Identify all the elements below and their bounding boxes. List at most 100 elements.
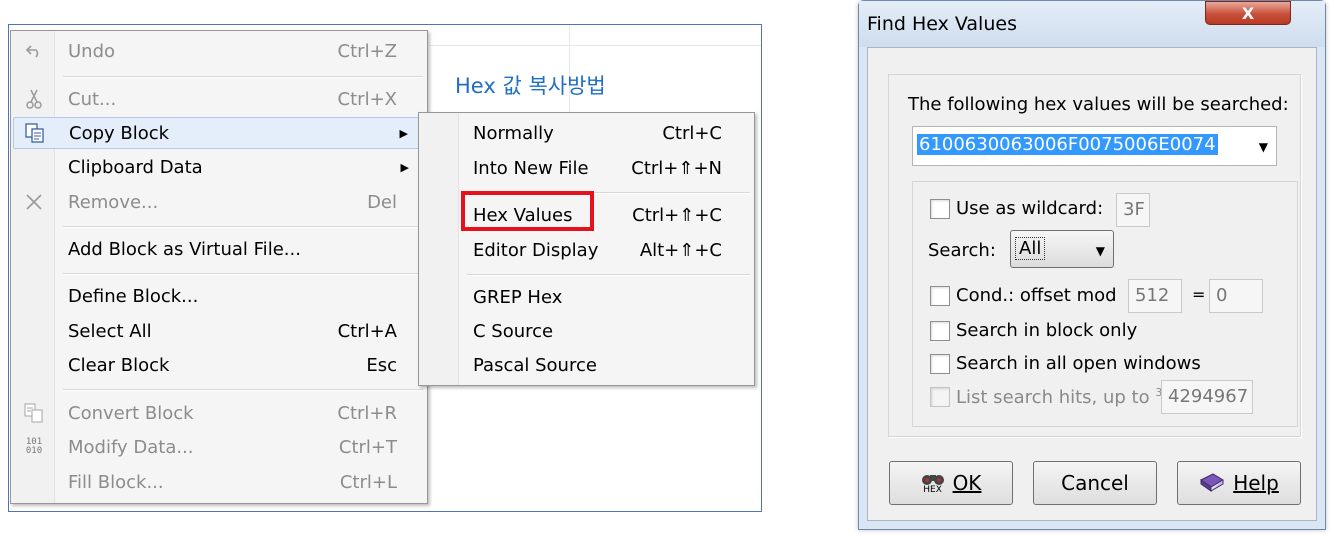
wildcard-label: Use as wildcard: bbox=[956, 198, 1104, 219]
menu-item-shortcut: Alt+⇑+C bbox=[639, 239, 722, 261]
find-hex-values-dialog: Find Hex Values X The following hex valu… bbox=[858, 0, 1326, 530]
cancel-button[interactable]: Cancel bbox=[1033, 461, 1157, 505]
submenu-item-normally[interactable]: Normally Ctrl+C bbox=[421, 117, 752, 149]
hex-values-text: 6100630063006F0075006E0074 bbox=[917, 134, 1218, 155]
equals-sign: = bbox=[1192, 285, 1206, 304]
search-scope-value: All bbox=[1015, 237, 1046, 260]
search-scope-select[interactable]: All ▼ bbox=[1010, 230, 1114, 268]
context-menu: Undo Ctrl+Z Cut... Ctrl+X Copy Block ▶ C… bbox=[10, 30, 428, 504]
menu-item-cut[interactable]: Cut... Ctrl+X bbox=[13, 83, 425, 115]
hex-values-combo[interactable]: 6100630063006F0075006E0074 ▼ bbox=[912, 126, 1277, 166]
cond-offset-checkbox[interactable] bbox=[930, 286, 950, 306]
wildcard-checkbox[interactable] bbox=[930, 199, 950, 219]
menu-item-shortcut: Esc bbox=[366, 354, 397, 376]
menu-item-modify-data[interactable]: 101 010 Modify Data... Ctrl+T bbox=[13, 431, 425, 463]
copy-block-icon bbox=[22, 121, 48, 145]
menu-item-shortcut: Ctrl+R bbox=[337, 402, 397, 424]
menu-item-fill-block[interactable]: Fill Block... Ctrl+L bbox=[13, 466, 425, 498]
menu-item-clear-block[interactable]: Clear Block Esc bbox=[13, 349, 425, 381]
menu-item-shortcut: Ctrl+L bbox=[339, 471, 397, 493]
menu-item-label: Editor Display bbox=[473, 239, 599, 261]
list-hits-limit-field[interactable]: 4294967 bbox=[1161, 380, 1253, 414]
highlight-annotation-box bbox=[461, 191, 594, 231]
menu-item-shortcut: Ctrl+A bbox=[337, 320, 397, 342]
menu-item-define-block[interactable]: Define Block... bbox=[13, 280, 425, 312]
dialog-titlebar: Find Hex Values X bbox=[859, 1, 1325, 47]
menu-separator bbox=[63, 76, 423, 78]
menu-item-add-virtual-file[interactable]: Add Block as Virtual File... bbox=[13, 233, 425, 265]
menu-item-label: Define Block... bbox=[68, 285, 199, 307]
help-button-label: Help bbox=[1233, 471, 1279, 495]
close-button[interactable]: X bbox=[1205, 1, 1291, 25]
menu-item-convert-block[interactable]: Convert Block Ctrl+R bbox=[13, 397, 425, 429]
menu-separator bbox=[63, 389, 423, 391]
menu-item-copy-block[interactable]: Copy Block ▶ bbox=[13, 117, 425, 149]
menu-item-label: Convert Block bbox=[68, 402, 194, 424]
menu-separator bbox=[63, 226, 423, 228]
copy-block-submenu: Normally Ctrl+C Into New File Ctrl+⇑+N H… bbox=[418, 112, 755, 386]
dialog-title: Find Hex Values bbox=[867, 13, 1017, 35]
block-only-checkbox[interactable] bbox=[930, 321, 950, 341]
menu-separator bbox=[467, 274, 750, 276]
list-hits-text: List search hits, up to bbox=[956, 387, 1150, 408]
search-scope-label: Search: bbox=[928, 240, 996, 261]
submenu-item-grep-hex[interactable]: GREP Hex bbox=[421, 281, 752, 313]
menu-item-undo[interactable]: Undo Ctrl+Z bbox=[13, 35, 425, 67]
undo-icon bbox=[21, 39, 47, 63]
offset-mod-field[interactable]: 512 bbox=[1128, 279, 1182, 313]
menu-item-label: Clear Block bbox=[68, 354, 170, 376]
menu-item-shortcut: Ctrl+X bbox=[337, 88, 397, 110]
menu-item-remove[interactable]: Remove... Del bbox=[13, 186, 425, 218]
menu-item-shortcut: Ctrl+⇑+N bbox=[631, 157, 722, 179]
menu-item-label: Modify Data... bbox=[68, 436, 194, 458]
all-windows-label: Search in all open windows bbox=[956, 353, 1201, 374]
all-windows-checkbox[interactable] bbox=[930, 354, 950, 374]
menu-item-select-all[interactable]: Select All Ctrl+A bbox=[13, 315, 425, 347]
ok-icon-text: HEX bbox=[923, 484, 942, 495]
help-book-icon bbox=[1199, 472, 1225, 494]
grid-line bbox=[429, 45, 761, 46]
menu-item-label: Undo bbox=[68, 40, 116, 62]
scissors-icon bbox=[21, 87, 47, 111]
chevron-down-icon[interactable]: ▼ bbox=[1259, 140, 1268, 154]
submenu-item-c-source[interactable]: C Source bbox=[421, 315, 752, 347]
submenu-arrow-icon: ▶ bbox=[399, 126, 408, 140]
menu-item-label: Remove... bbox=[68, 191, 159, 213]
menu-item-label: Fill Block... bbox=[68, 471, 164, 493]
wildcard-value-field[interactable]: 3F bbox=[1116, 193, 1150, 227]
ok-button[interactable]: HEX OK bbox=[889, 461, 1013, 505]
cancel-button-label: Cancel bbox=[1061, 471, 1129, 495]
list-hits-checkbox[interactable] bbox=[930, 387, 950, 407]
menu-item-shortcut: Ctrl+Z bbox=[337, 40, 397, 62]
chevron-down-icon: ▼ bbox=[1095, 244, 1105, 258]
convert-icon bbox=[21, 401, 47, 425]
help-button[interactable]: Help bbox=[1177, 461, 1301, 505]
menu-item-label: Clipboard Data bbox=[68, 156, 203, 178]
menu-item-label: C Source bbox=[473, 320, 554, 342]
menu-item-label: GREP Hex bbox=[473, 286, 563, 308]
menu-item-label: Normally bbox=[473, 122, 554, 144]
menu-separator bbox=[63, 273, 423, 275]
menu-item-label: Copy Block bbox=[69, 122, 170, 144]
block-only-label: Search in block only bbox=[956, 320, 1138, 341]
submenu-item-pascal-source[interactable]: Pascal Source bbox=[421, 349, 752, 381]
menu-item-label: Add Block as Virtual File... bbox=[68, 238, 301, 260]
submenu-arrow-icon: ▶ bbox=[400, 160, 409, 174]
menu-item-shortcut: Ctrl+C bbox=[662, 122, 722, 144]
menu-item-shortcut: Ctrl+⇑+C bbox=[632, 204, 722, 226]
menu-item-label: Pascal Source bbox=[473, 354, 597, 376]
menu-item-clipboard-data[interactable]: Clipboard Data ▶ bbox=[13, 151, 425, 183]
ok-button-label: OK bbox=[952, 471, 982, 495]
submenu-item-editor-display[interactable]: Editor Display Alt+⇑+C bbox=[421, 234, 752, 266]
close-icon: X bbox=[1241, 3, 1255, 23]
list-hits-label: List search hits, up to 3 bbox=[956, 386, 1162, 408]
binoculars-hex-icon: HEX bbox=[921, 472, 945, 495]
menu-item-label: Into New File bbox=[473, 157, 589, 179]
menu-item-shortcut: Ctrl+T bbox=[338, 436, 397, 458]
menu-item-label: Select All bbox=[68, 320, 152, 342]
binary-modify-icon: 101 010 bbox=[25, 437, 43, 456]
submenu-item-into-new-file[interactable]: Into New File Ctrl+⇑+N bbox=[421, 152, 752, 184]
remove-x-icon bbox=[21, 190, 47, 214]
offset-equals-field[interactable]: 0 bbox=[1209, 279, 1263, 313]
search-values-label: The following hex values will be searche… bbox=[908, 94, 1289, 115]
